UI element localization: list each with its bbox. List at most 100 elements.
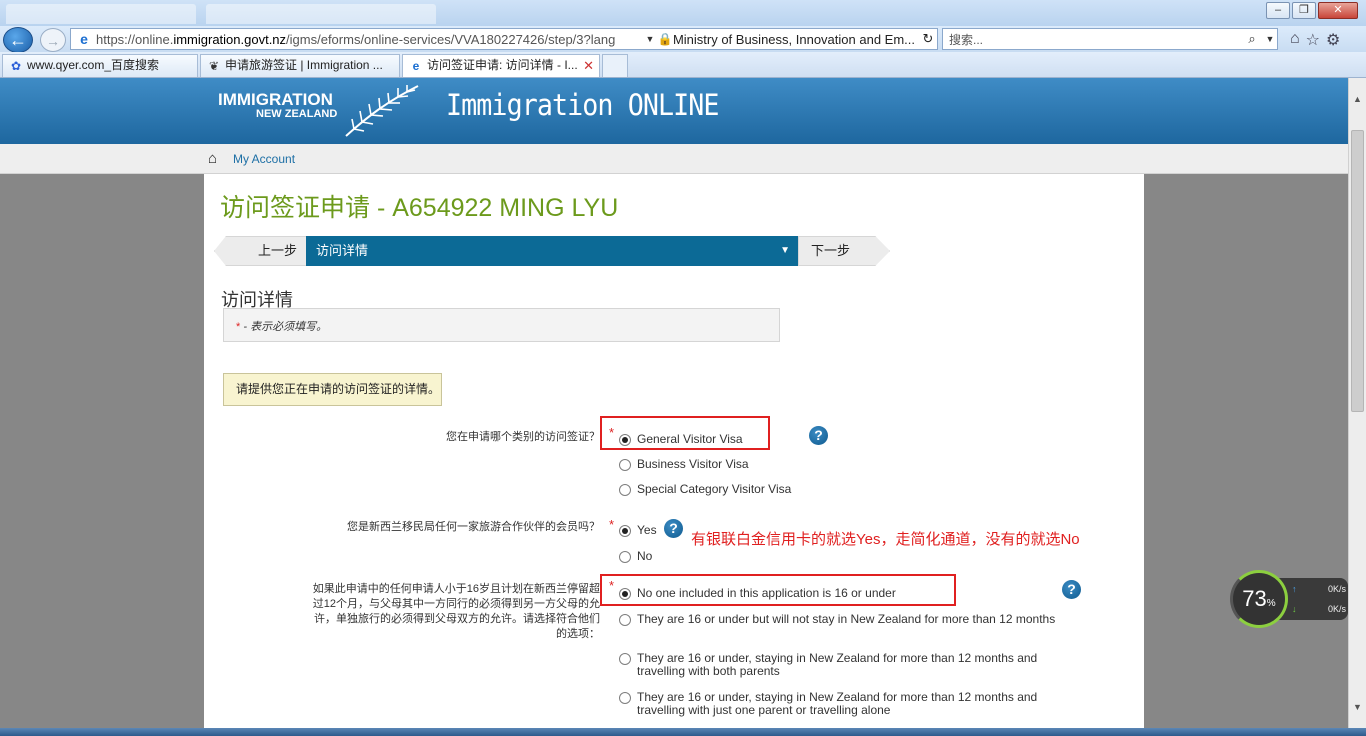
radio-minors-one-parent[interactable]: They are 16 or under, staying in New Zea… xyxy=(619,691,1059,717)
close-tab-icon[interactable]: ✕ xyxy=(583,55,594,76)
upload-arrow-icon: ↑ xyxy=(1292,584,1297,594)
radio-button[interactable] xyxy=(619,551,631,563)
current-step-dropdown[interactable]: 访问详情 ▼ xyxy=(306,236,800,266)
application-title: 访问签证申请 - A654922 MING LYU xyxy=(220,194,619,222)
usage-gauge: 73% xyxy=(1230,570,1288,628)
home-icon[interactable]: ⌂ xyxy=(208,150,217,167)
account-bar: ⌂ My Account xyxy=(0,144,1348,174)
site-header: IMMIGRATION NEW ZEALAND Immigration ONLI… xyxy=(0,78,1348,144)
search-dropdown-icon[interactable]: ▼ xyxy=(1263,34,1277,44)
required-note-text: - 表示必须填写。 xyxy=(243,321,328,333)
radio-button[interactable] xyxy=(619,614,631,626)
radio-label: Yes xyxy=(637,523,657,537)
ie-page-icon: e xyxy=(412,59,420,73)
scrollbar-thumb[interactable] xyxy=(1351,130,1364,412)
upload-speed: ↑ 0K/s xyxy=(1292,584,1346,594)
radio-label: They are 16 or under, staying in New Zea… xyxy=(637,651,1038,678)
radio-minors-short-stay[interactable]: They are 16 or under but will not stay i… xyxy=(619,613,1059,626)
new-tab-button[interactable] xyxy=(602,54,628,77)
tab-bar: ✿ www.qyer.com_百度搜索 ❦ 申请旅游签证 | Immigrati… xyxy=(0,52,1366,78)
radio-button-selected[interactable] xyxy=(619,588,631,600)
search-box[interactable]: 搜索... ⌕ ▼ xyxy=(942,28,1278,50)
blurred-title-area xyxy=(6,4,196,24)
tab-baidu[interactable]: ✿ www.qyer.com_百度搜索 xyxy=(2,54,198,77)
radio-button-selected[interactable] xyxy=(619,434,631,446)
address-url[interactable]: https://online.immigration.govt.nz/igms/… xyxy=(96,32,643,47)
site-name: Immigration ONLINE xyxy=(446,88,719,122)
window-title-bar: – ❐ ✕ xyxy=(0,0,1366,26)
radio-no-minors[interactable]: No one included in this application is 1… xyxy=(619,587,896,600)
arrow-left-icon: ← xyxy=(9,30,27,50)
red-annotation-text: 有银联白金信用卡的就选Yes，走简化通道，没有的就选No xyxy=(691,531,1080,548)
os-taskbar xyxy=(0,728,1366,736)
baidu-paw-icon: ✿ xyxy=(10,59,22,73)
question-partner-member-label: 您是新西兰移民局任何一家旅游合作伙伴的会员吗？ xyxy=(347,521,600,533)
toolbar-icons: ⌂ ☆ ⚙ xyxy=(1290,30,1340,50)
current-step-label: 访问详情 xyxy=(316,243,369,258)
web-page: IMMIGRATION NEW ZEALAND Immigration ONLI… xyxy=(0,78,1348,728)
radio-partner-no[interactable]: No xyxy=(619,550,652,563)
radio-label: Business Visitor Visa xyxy=(637,457,749,471)
tab-label: 申请旅游签证 | Immigration ... xyxy=(225,58,383,72)
favorites-star-icon[interactable]: ☆ xyxy=(1306,30,1320,50)
radio-button[interactable] xyxy=(619,484,631,496)
forward-button[interactable]: → xyxy=(40,28,66,52)
radio-special-category[interactable]: Special Category Visitor Visa xyxy=(619,483,791,496)
previous-step-button[interactable]: 上一步 xyxy=(214,236,308,266)
question-visa-category-label: 您在申请哪个类别的访问签证？ xyxy=(446,431,600,443)
minimize-button[interactable]: – xyxy=(1266,2,1290,19)
tab-visitor-visa[interactable]: e 访问签证申请: 访问详情 - I... ✕ xyxy=(402,54,600,77)
help-icon[interactable]: ? xyxy=(664,519,683,538)
immigration-nz-logo[interactable]: IMMIGRATION NEW ZEALAND xyxy=(218,90,337,120)
maximize-button[interactable]: ❐ xyxy=(1292,2,1316,19)
radio-label: Special Category Visitor Visa xyxy=(637,482,792,496)
site-identity[interactable]: Ministry of Business, Innovation and Em.… xyxy=(673,32,919,47)
settings-gear-icon[interactable]: ⚙ xyxy=(1326,30,1340,50)
my-account-link[interactable]: My Account xyxy=(233,152,295,166)
radio-button[interactable] xyxy=(619,459,631,471)
form-panel: 访问签证申请 - A654922 MING LYU 上一步 访问详情 ▼ 下一步… xyxy=(204,174,1144,728)
help-icon[interactable]: ? xyxy=(809,426,828,445)
back-button[interactable]: ← xyxy=(3,27,33,53)
arrow-right-icon: → xyxy=(46,33,60,49)
vertical-scrollbar[interactable]: ▲ ▼ xyxy=(1348,78,1366,728)
address-dropdown-icon[interactable]: ▼ xyxy=(643,34,657,44)
chevron-down-icon: ▼ xyxy=(780,245,790,256)
download-speed: ↓ 0K/s xyxy=(1292,604,1346,614)
refresh-icon[interactable]: ↻ xyxy=(919,31,937,47)
tab-immigration[interactable]: ❦ 申请旅游签证 | Immigration ... xyxy=(200,54,400,77)
close-window-button[interactable]: ✕ xyxy=(1318,2,1358,19)
silver-fern-icon xyxy=(345,85,419,137)
address-bar[interactable]: e https://online.immigration.govt.nz/igm… xyxy=(70,28,938,50)
search-input[interactable]: 搜索... xyxy=(949,31,1241,48)
radio-partner-yes[interactable]: Yes xyxy=(619,524,657,537)
instruction-box: 请提供您正在申请的访问签证的详情。 xyxy=(223,373,442,406)
help-icon[interactable]: ? xyxy=(1062,580,1081,599)
radio-button[interactable] xyxy=(619,653,631,665)
question-minors-label: 如果此申请中的任何申请人小于16岁且计划在新西兰停留超 过12个月，与父母其中一… xyxy=(312,583,600,640)
radio-button-selected[interactable] xyxy=(619,525,631,537)
ie-page-icon: e xyxy=(80,31,88,47)
tab-label: 访问签证申请: 访问详情 - I... xyxy=(427,58,578,72)
radio-general-visitor[interactable]: General Visitor Visa xyxy=(619,433,743,446)
home-icon[interactable]: ⌂ xyxy=(1290,30,1300,50)
scroll-down-arrow-icon[interactable]: ▼ xyxy=(1349,698,1366,716)
fern-icon: ❦ xyxy=(208,59,220,73)
next-step-button[interactable]: 下一步 xyxy=(798,236,890,266)
radio-button[interactable] xyxy=(619,692,631,704)
lock-icon[interactable]: 🔒 xyxy=(657,32,673,46)
blurred-title-area xyxy=(206,4,436,24)
radio-minors-both-parents[interactable]: They are 16 or under, staying in New Zea… xyxy=(619,652,1059,678)
tab-label: www.qyer.com_百度搜索 xyxy=(27,58,160,72)
window-controls: – ❐ ✕ xyxy=(1266,2,1358,19)
navigation-bar: ← → e https://online.immigration.govt.nz… xyxy=(0,26,1366,53)
radio-label: No one included in this application is 1… xyxy=(637,586,896,600)
search-icon[interactable]: ⌕ xyxy=(1241,31,1263,47)
step-navigation: 上一步 访问详情 ▼ 下一步 xyxy=(214,236,894,266)
download-arrow-icon: ↓ xyxy=(1292,604,1297,614)
radio-business-visitor[interactable]: Business Visitor Visa xyxy=(619,458,749,471)
required-note: * - 表示必须填写。 xyxy=(223,308,780,342)
scroll-up-arrow-icon[interactable]: ▲ xyxy=(1349,90,1366,108)
network-speed-widget[interactable]: 73% ↑ 0K/s ↓ 0K/s xyxy=(1230,570,1350,628)
radio-label: They are 16 or under, staying in New Zea… xyxy=(637,690,1038,717)
